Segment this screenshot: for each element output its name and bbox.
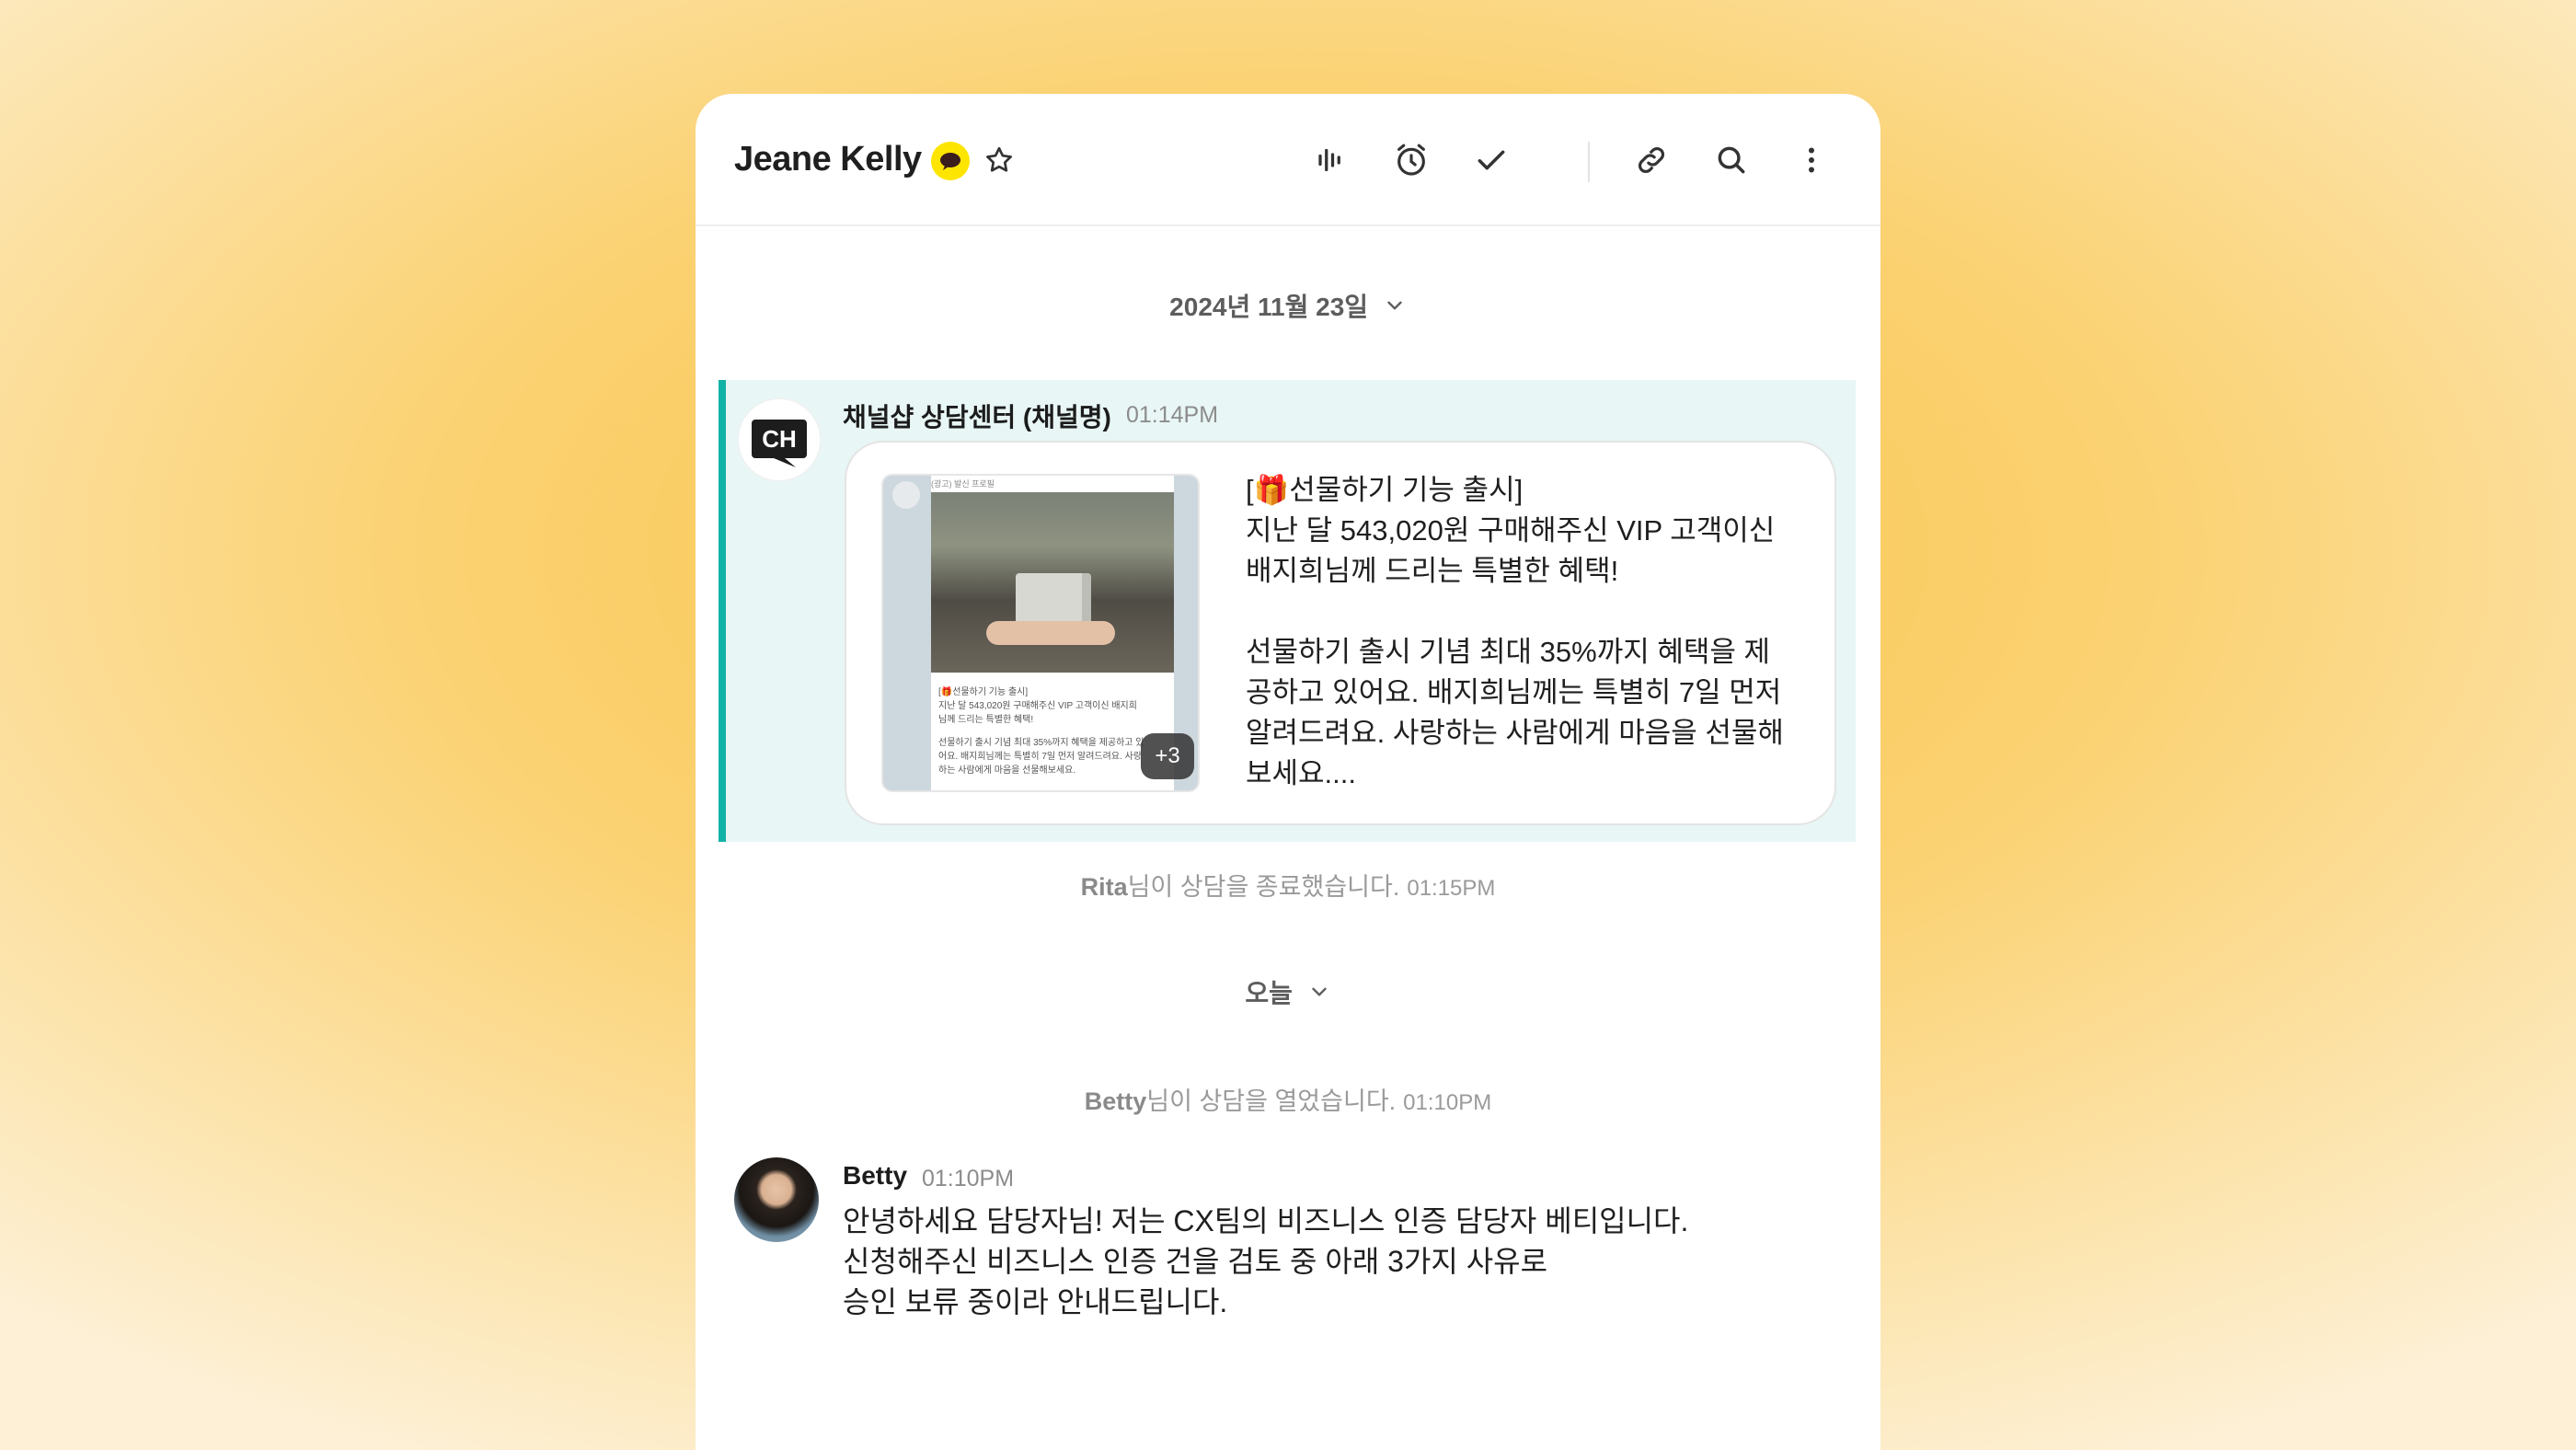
avatar[interactable] [734,1157,819,1242]
card-text-line: 보세요.... [1246,757,1357,789]
system-message-text: 님이 상담을 종료했습니다. [1127,873,1400,901]
thumbnail-preview: (광고) 발신 프로필 [🎁선물하기 기능 출시] 지난 달 543,020원 … [931,476,1174,790]
kakao-chat-icon [931,142,970,180]
voice-wave-icon[interactable] [1307,136,1355,184]
card-text-line: 지난 달 543,020원 구매해주신 VIP 고객이신 [1246,514,1776,547]
thumbnail-profile-label: (광고) 발신 프로필 [931,479,995,489]
system-message-time: 01:10PM [1403,1090,1492,1115]
thumbnail-text-line: 하는 사람에게 마음을 선물해보세요. [938,765,1076,776]
card-text-line: 선물하기 출시 기념 최대 35%까지 혜택을 제 [1246,636,1771,668]
card-text-line: [🎁선물하기 기능 출시] [1246,474,1524,506]
link-icon[interactable] [1627,136,1675,184]
chevron-down-icon [1383,293,1407,324]
system-message: Betty님이 상담을 열었습니다. 01:10PM [696,1081,1880,1117]
card-thumbnail[interactable]: (광고) 발신 프로필 [🎁선물하기 기능 출시] 지난 달 543,020원 … [881,474,1200,792]
chat-panel: Jeane Kelly 2024년 11월 23일 CH 채널샵 상담센터 (채… [696,94,1880,1450]
card-message-text: [🎁선물하기 기능 출시] 지난 달 543,020원 구매해주신 VIP 고객… [1246,470,1816,794]
thumbnail-text-line: 어요. 배지희님께는 특별히 7일 먼저 알려드려요. 사랑 [938,752,1142,762]
thumbnail-text-line: 지난 달 543,020원 구매해주신 VIP 고객이신 배지희 [938,701,1137,711]
thumbnail-text-line: [🎁선물하기 기능 출시] [938,687,1029,697]
message-text-line: 신청해주신 비즈니스 인증 건을 검토 중 아래 3가지 사유로 [843,1245,1548,1278]
contact-name: Jeane Kelly [734,140,922,178]
message-text-line: 안녕하세요 담당자님! 저는 CX팀의 비즈니스 인증 담당자 베티입니다. [843,1204,1689,1237]
card-text-line: 공하고 있어요. 배지희님께는 특별히 7일 먼저 [1246,676,1782,708]
campaign-message-card[interactable]: (광고) 발신 프로필 [🎁선물하기 기능 출시] 지난 달 543,020원 … [845,441,1836,825]
message-text-line: 승인 보류 중이라 안내드립니다. [843,1285,1228,1318]
more-images-badge[interactable]: +3 [1141,733,1194,779]
channel-avatar[interactable]: CH [739,399,820,480]
thumbnail-text: [🎁선물하기 기능 출시] 지난 달 543,020원 구매해주신 VIP 고객… [938,685,1168,777]
gift-box-photo [931,492,1174,673]
chevron-down-icon [1307,980,1331,1010]
date-separator[interactable]: 오늘 [696,973,1880,1010]
date-separator[interactable]: 2024년 11월 23일 [696,287,1880,324]
star-icon[interactable] [983,144,1016,181]
message-time: 01:10PM [922,1166,1015,1191]
chat-header: Jeane Kelly [696,94,1880,226]
alarm-clock-icon[interactable] [1387,136,1435,184]
message-sender: Betty [843,1161,908,1190]
system-message-user: Betty [1084,1088,1147,1115]
message-sender: 채널샵 상담센터 (채널명) [843,403,1111,432]
card-text-line: 배지희님께 드리는 특별한 혜택! [1246,555,1619,587]
channel-avatar-label: CH [762,425,797,453]
date-separator-label: 2024년 11월 23일 [1169,293,1369,321]
search-icon[interactable] [1708,136,1755,184]
system-message-time: 01:15PM [1407,876,1496,901]
system-message: Rita님이 상담을 종료했습니다. 01:15PM [696,867,1880,903]
toolbar-divider [1588,142,1590,182]
system-message-text: 님이 상담을 열었습니다. [1146,1088,1397,1115]
system-message-user: Rita [1080,873,1128,901]
thumbnail-text-line: 선물하기 출시 기념 최대 35%까지 혜택을 제공하고 있 [938,738,1144,748]
message-time: 01:14PM [1126,402,1219,428]
thumbnail-text-line: 님께 드리는 특별한 혜택! [938,715,1034,725]
profile-placeholder-icon [892,481,920,509]
check-icon[interactable] [1467,136,1515,184]
date-separator-label: 오늘 [1245,979,1293,1007]
more-vertical-icon[interactable] [1788,136,1835,184]
card-text-line: 알려드려요. 사랑하는 사람에게 마음을 선물해 [1246,717,1784,749]
message-text: 안녕하세요 담당자님! 저는 CX팀의 비즈니스 인증 담당자 베티입니다. 신… [843,1201,1855,1322]
